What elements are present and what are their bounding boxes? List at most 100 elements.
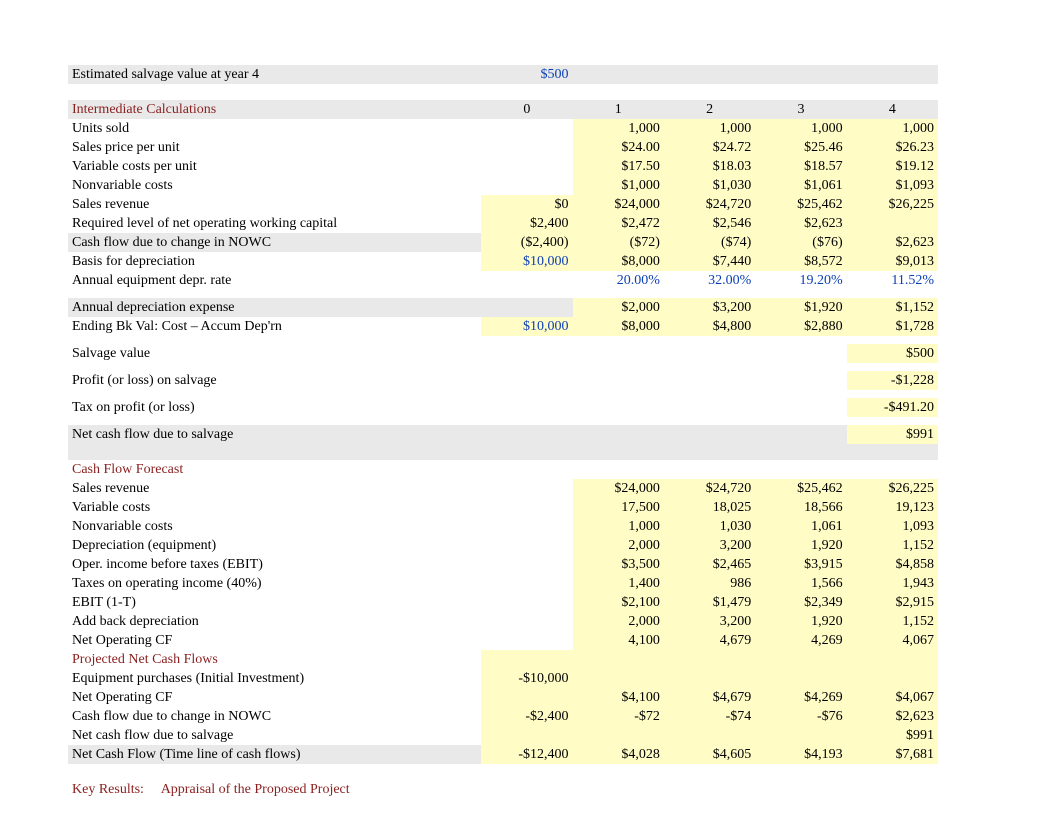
table-row: Sales revenue$0$24,000$24,720$25,462$26,… xyxy=(68,195,938,214)
row-label: Net cash flow due to salvage xyxy=(68,726,481,745)
cell-value: -$12,400 xyxy=(481,745,572,764)
cell-value: $9,013 xyxy=(847,252,938,271)
cell-value: 4,269 xyxy=(755,631,846,650)
table-row: Add back depreciation2,0003,2001,9201,15… xyxy=(68,612,938,631)
cell-value xyxy=(755,726,846,745)
cell-value: $24,720 xyxy=(664,479,755,498)
table-row: Taxes on operating income (40%)1,4009861… xyxy=(68,574,938,593)
row-label: Cash flow due to change in NOWC xyxy=(68,707,481,726)
cell-value: 1,061 xyxy=(755,517,846,536)
row-label: Profit (or loss) on salvage xyxy=(68,371,481,390)
cell-value xyxy=(481,271,572,290)
cell-value xyxy=(481,631,572,650)
row-label: Annual equipment depr. rate xyxy=(68,271,481,290)
cell-value: $2,546 xyxy=(664,214,755,233)
cell-value xyxy=(664,669,755,688)
cell-value xyxy=(481,498,572,517)
cell-value: $19.12 xyxy=(847,157,938,176)
table-row: Net cash flow due to salvage$991 xyxy=(68,726,938,745)
cell-value: 1,000 xyxy=(573,517,664,536)
cell-value: $8,572 xyxy=(755,252,846,271)
cell-value: -$10,000 xyxy=(481,669,572,688)
cell-value: $17.50 xyxy=(573,157,664,176)
cell-value xyxy=(481,688,572,707)
cell-value: $7,440 xyxy=(664,252,755,271)
cell-value: $4,679 xyxy=(664,688,755,707)
cell-value: $24.00 xyxy=(573,138,664,157)
table-row: EBIT (1-T)$2,100$1,479$2,349$2,915 xyxy=(68,593,938,612)
row-proj-header: Projected Net Cash Flows xyxy=(68,650,938,669)
row-label: Sales revenue xyxy=(68,479,481,498)
cell-value xyxy=(573,669,664,688)
cell-value: 19.20% xyxy=(755,271,846,290)
cell-value xyxy=(481,157,572,176)
cell-value: $1,479 xyxy=(664,593,755,612)
table-row: Nonvariable costs$1,000$1,030$1,061$1,09… xyxy=(68,176,938,195)
row-label: Net Operating CF xyxy=(68,631,481,650)
cell-value xyxy=(481,517,572,536)
table-row: Sales revenue$24,000$24,720$25,462$26,22… xyxy=(68,479,938,498)
table-row: Net cash flow due to salvage$991 xyxy=(68,425,938,444)
cell-value: $8,000 xyxy=(573,252,664,271)
cell-value: $1,093 xyxy=(847,176,938,195)
table-row: Ending Bk Val: Cost – Accum Dep'rn$10,00… xyxy=(68,317,938,336)
col-4: 4 xyxy=(847,100,938,119)
cell-value: $4,800 xyxy=(664,317,755,336)
cell-value: $2,400 xyxy=(481,214,572,233)
table-row: Cash flow due to change in NOWC-$2,400-$… xyxy=(68,707,938,726)
cell-value: -$491.20 xyxy=(847,398,938,417)
cell-value: $0 xyxy=(481,195,572,214)
cell-value: $25,462 xyxy=(755,479,846,498)
cell-value: $500 xyxy=(847,344,938,363)
cell-value: $1,061 xyxy=(755,176,846,195)
table-row: Profit (or loss) on salvage -$1,228 xyxy=(68,371,938,390)
row-label: Sales price per unit xyxy=(68,138,481,157)
row-label: Depreciation (equipment) xyxy=(68,536,481,555)
cell-value: $1,920 xyxy=(755,298,846,317)
row-label: Tax on profit (or loss) xyxy=(68,398,481,417)
cell-value: $8,000 xyxy=(573,317,664,336)
cell-value xyxy=(664,344,755,363)
cell-value: ($74) xyxy=(664,233,755,252)
table-row: Net Operating CF4,1004,6794,2694,067 xyxy=(68,631,938,650)
row-label: Net Operating CF xyxy=(68,688,481,707)
table-row: Nonvariable costs1,0001,0301,0611,093 xyxy=(68,517,938,536)
cell-value: $26.23 xyxy=(847,138,938,157)
cell-value: -$74 xyxy=(664,707,755,726)
row-label: Salvage value xyxy=(68,344,481,363)
cell-value: 2,000 xyxy=(573,612,664,631)
cell-value: 1,000 xyxy=(664,119,755,138)
cell-value: $24,000 xyxy=(573,195,664,214)
cell-value: $7,681 xyxy=(847,745,938,764)
cell-value xyxy=(481,574,572,593)
header-intermediate: Intermediate Calculations xyxy=(68,100,481,119)
cell-value: $2,623 xyxy=(847,233,938,252)
cell-value xyxy=(481,536,572,555)
header-proj: Projected Net Cash Flows xyxy=(68,650,481,669)
cell-value: -$1,228 xyxy=(847,371,938,390)
cell-value xyxy=(664,371,755,390)
row-cff-header: Cash Flow Forecast xyxy=(68,460,938,479)
cell-value: -$72 xyxy=(573,707,664,726)
worksheet-table: Estimated salvage value at year 4 $500 I… xyxy=(68,65,938,799)
row-label: Ending Bk Val: Cost – Accum Dep'rn xyxy=(68,317,481,336)
cell-value: 11.52% xyxy=(847,271,938,290)
col-1: 1 xyxy=(573,100,664,119)
cell-value: 18,566 xyxy=(755,498,846,517)
cell-value: 4,679 xyxy=(664,631,755,650)
cell-value xyxy=(481,398,572,417)
table-row: Variable costs per unit$17.50$18.03$18.5… xyxy=(68,157,938,176)
cell-value: $2,100 xyxy=(573,593,664,612)
cell-value: 1,030 xyxy=(664,517,755,536)
cell-value xyxy=(755,371,846,390)
table-row: Net Operating CF$4,100$4,679$4,269$4,067 xyxy=(68,688,938,707)
cell-value: ($76) xyxy=(755,233,846,252)
cell-value xyxy=(481,555,572,574)
cell-value: 1,920 xyxy=(755,612,846,631)
row-label: Sales revenue xyxy=(68,195,481,214)
table-row: Cash flow due to change in NOWC($2,400)(… xyxy=(68,233,938,252)
text-key-results: Appraisal of the Proposed Project xyxy=(161,782,350,797)
cell-value: $24,000 xyxy=(573,479,664,498)
cell-value: 2,000 xyxy=(573,536,664,555)
cell-value: $18.03 xyxy=(664,157,755,176)
